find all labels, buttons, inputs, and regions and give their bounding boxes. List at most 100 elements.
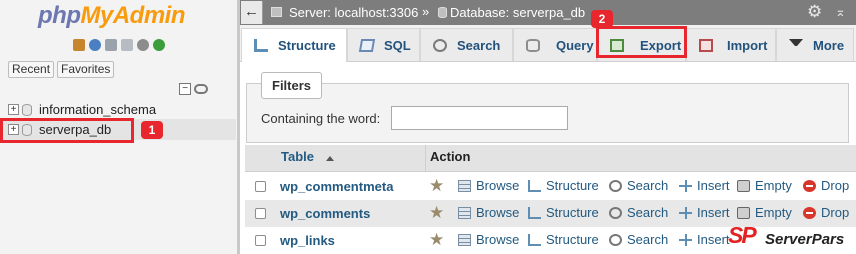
serverpars-watermark: SP ServerPars	[728, 222, 856, 254]
row-checkbox[interactable]	[255, 208, 266, 219]
row-checkbox[interactable]	[255, 181, 266, 192]
db-tree-item-information-schema[interactable]: + information_schema	[0, 99, 236, 120]
structure-action[interactable]: Structure	[528, 178, 599, 193]
recent-button[interactable]: Recent	[8, 61, 55, 78]
logo-php: php	[38, 2, 81, 29]
tab-search[interactable]: Search	[420, 28, 513, 61]
database-icon	[22, 103, 32, 116]
annotation-badge-2: 2	[591, 10, 613, 28]
tab-more[interactable]: More	[776, 28, 854, 61]
table-name-link[interactable]: wp_commentmeta	[280, 179, 393, 194]
expand-icon[interactable]: +	[8, 104, 19, 115]
phpmyadmin-window: phpMyAdmin Recent Favorites − + informat…	[0, 0, 856, 254]
tab-label: Structure	[278, 38, 336, 53]
favorites-button[interactable]: Favorites	[57, 61, 115, 78]
table-header-row	[245, 145, 856, 172]
breadcrumb-database[interactable]: Database: serverpa_db	[450, 5, 585, 20]
home-icon[interactable]	[73, 39, 85, 51]
empty-icon	[737, 206, 750, 219]
table-name-link[interactable]: wp_comments	[280, 206, 370, 221]
browse-action[interactable]: Browse	[458, 205, 519, 220]
column-header-table[interactable]: Table	[281, 149, 314, 164]
collapse-bar-icon[interactable]: ⌅	[835, 4, 846, 20]
tab-structure[interactable]: Structure	[241, 28, 347, 62]
insert-action[interactable]: Insert	[679, 232, 730, 247]
browse-icon	[458, 179, 471, 192]
action-label: Search	[627, 178, 669, 193]
help-icon[interactable]	[89, 39, 101, 51]
docs-icon[interactable]	[105, 39, 117, 51]
insert-action[interactable]: Insert	[679, 178, 730, 193]
sql-icon[interactable]	[121, 39, 133, 51]
breadcrumb-server[interactable]: Server: localhost:3306	[289, 5, 418, 20]
watermark-logo-mark: SP	[728, 222, 757, 248]
settings-icon[interactable]	[137, 39, 149, 51]
drop-action[interactable]: Drop	[803, 178, 849, 193]
collapse-all-icon[interactable]: −	[179, 83, 191, 95]
tab-label: More	[813, 37, 845, 53]
tab-sql[interactable]: SQL	[347, 28, 420, 61]
column-divider	[425, 145, 426, 172]
drop-action[interactable]: Drop	[803, 205, 849, 220]
search-icon	[433, 38, 447, 52]
search-action[interactable]: Search	[609, 178, 668, 193]
structure-icon	[528, 206, 541, 219]
row-checkbox[interactable]	[255, 235, 266, 246]
browse-icon	[458, 233, 471, 246]
drop-icon	[803, 206, 816, 219]
tab-import[interactable]: Import	[686, 28, 776, 61]
breadcrumb-separator: »	[422, 4, 430, 19]
favorite-star-icon[interactable]: ★	[429, 176, 444, 196]
action-label: Drop	[821, 205, 850, 220]
filter-input[interactable]	[391, 106, 568, 130]
action-label: Empty	[755, 205, 792, 220]
search-action[interactable]: Search	[609, 232, 668, 247]
column-header-action: Action	[430, 149, 471, 164]
chevron-down-icon	[789, 38, 803, 52]
action-label: Structure	[546, 205, 599, 220]
structure-icon	[528, 233, 541, 246]
database-icon	[438, 7, 447, 18]
filters-legend: Filters	[261, 72, 323, 99]
browse-action[interactable]: Browse	[458, 232, 519, 247]
favorite-star-icon[interactable]: ★	[429, 203, 444, 223]
empty-action[interactable]: Empty	[737, 178, 792, 193]
action-label: Search	[627, 205, 669, 220]
import-icon	[699, 38, 713, 52]
sql-icon	[358, 38, 376, 52]
search-icon	[609, 206, 622, 219]
action-label: Structure	[546, 178, 599, 193]
phpmyadmin-logo[interactable]: phpMyAdmin	[38, 2, 185, 34]
filter-label: Containing the word:	[261, 111, 381, 126]
browse-action[interactable]: Browse	[458, 178, 519, 193]
tab-query[interactable]: Query	[513, 28, 597, 61]
structure-action[interactable]: Structure	[528, 205, 599, 220]
recent-favorites-tabs: Recent Favorites	[8, 61, 115, 78]
favorite-star-icon[interactable]: ★	[429, 230, 444, 250]
action-label: Search	[627, 232, 669, 247]
watermark-text: ServerPars	[765, 231, 845, 248]
reload-icon[interactable]	[153, 39, 165, 51]
action-label: Browse	[476, 178, 520, 193]
tab-label: Search	[457, 37, 501, 53]
table-name-link[interactable]: wp_links	[280, 233, 335, 248]
back-button[interactable]: ←	[241, 1, 263, 24]
server-icon	[271, 7, 282, 17]
gear-icon[interactable]: ⚙	[807, 2, 822, 22]
link-with-main-panel-icon[interactable]	[194, 84, 208, 94]
main-tabs: Structure SQL Search Query Export Import…	[240, 25, 856, 62]
structure-icon	[254, 39, 268, 52]
search-action[interactable]: Search	[609, 205, 668, 220]
structure-action[interactable]: Structure	[528, 232, 599, 247]
search-icon	[609, 233, 622, 246]
db-tree-label[interactable]: information_schema	[39, 102, 156, 117]
query-icon	[526, 38, 540, 52]
action-label: Drop	[821, 178, 850, 193]
sort-ascending-icon[interactable]	[326, 156, 334, 161]
table-row: wp_commentmeta ★ Browse Structure Search…	[245, 173, 856, 200]
action-label: Structure	[546, 232, 599, 247]
insert-action[interactable]: Insert	[679, 205, 730, 220]
structure-icon	[528, 179, 541, 192]
insert-icon	[679, 233, 692, 246]
empty-action[interactable]: Empty	[737, 205, 792, 220]
